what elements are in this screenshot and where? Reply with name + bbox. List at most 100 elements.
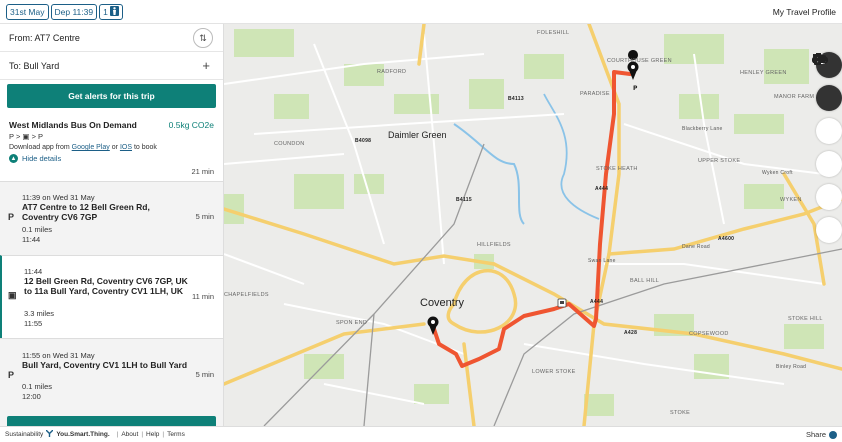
- leg-start-time: 11:39 on Wed 31 May: [22, 193, 95, 202]
- passenger-count: 1: [103, 6, 108, 17]
- from-field[interactable]: From: AT7 Centre ⇅: [0, 24, 223, 52]
- depart-label: Dep 11:39: [54, 6, 94, 17]
- accommodation-button[interactable]: [813, 54, 842, 243]
- add-stop-icon[interactable]: +: [202, 58, 210, 73]
- leg-distance: 3.3 miles: [24, 309, 55, 318]
- map-label-upper-stoke: UPPER STOKE: [698, 158, 741, 164]
- share-icon: [829, 430, 837, 439]
- leg-start-time: 11:55 on Wed 31 May: [22, 351, 95, 360]
- leg-title: AT7 Centre to 12 Bell Green Rd, Coventry…: [22, 202, 150, 222]
- mode-sequence: P > ▣ > P: [9, 132, 44, 141]
- help-link[interactable]: Help: [146, 431, 159, 438]
- cycling-button[interactable]: [812, 54, 842, 144]
- download-prefix: Download app from: [9, 144, 70, 151]
- footer: Sustainability You.Smart.Thing. | About …: [0, 426, 842, 442]
- about-link[interactable]: About: [121, 431, 138, 438]
- map-label-stoke-heath: STOKE HEATH: [596, 166, 638, 172]
- bus-stop-marker[interactable]: [557, 298, 567, 308]
- to-label: To: Bull Yard: [9, 60, 60, 71]
- passenger-selector[interactable]: 1: [99, 3, 123, 20]
- passenger-icon: [109, 5, 119, 18]
- leg-duration: 5 min: [195, 212, 214, 221]
- road-label-b4113: B4113: [508, 96, 524, 102]
- road-label-binley-road: Binley Road: [776, 364, 807, 370]
- leg-distance: 0.1 miles: [22, 382, 53, 391]
- map-view[interactable]: P FOLESHILL COURTHOUSE GREEN HENLEY GREE…: [224, 24, 842, 426]
- bus-icon: ▣: [8, 290, 17, 300]
- chevron-up-icon: ▲: [9, 154, 18, 163]
- map-label-courthouse-green: COURTHOUSE GREEN: [607, 58, 672, 64]
- co2-value: 0.5kg CO2e: [168, 120, 214, 130]
- map-label-copsewood: COPSEWOOD: [689, 331, 729, 337]
- trip-duration: 21 min: [191, 167, 214, 176]
- map-label-lower-stoke: LOWER STOKE: [532, 369, 576, 375]
- leg-title: 12 Bell Green Rd, Coventry CV6 7GP, UK t…: [24, 276, 188, 296]
- road-label-b4098: B4098: [355, 138, 372, 144]
- to-field[interactable]: To: Bull Yard +: [0, 52, 223, 80]
- leg-end-time: 11:44: [22, 235, 41, 244]
- road-label-a4600: A4600: [718, 236, 735, 242]
- leg-item[interactable]: 11:39 on Wed 31 May P AT7 Centre to 12 B…: [0, 181, 223, 255]
- swap-icon: ⇅: [199, 32, 207, 43]
- map-label-foleshill: FOLESHILL: [537, 30, 570, 36]
- trip-summary: West Midlands Bus On Demand 0.5kg CO2e P…: [0, 112, 223, 176]
- cameras-button[interactable]: [813, 53, 842, 177]
- leg-duration: 11 min: [192, 292, 214, 301]
- download-suffix: to book: [133, 144, 157, 151]
- bed-icon: [813, 54, 827, 63]
- parking-icon: P: [8, 370, 15, 380]
- parking-icon: P: [8, 212, 15, 222]
- leg-end-time: 11:55: [24, 319, 43, 328]
- road-label-wyken-croft: Wyken Croft: [762, 170, 793, 176]
- share-label: Share: [805, 430, 826, 439]
- road-label-b4115: B4115: [456, 197, 472, 203]
- road-label-a444-north: A444: [595, 186, 609, 192]
- svg-text:P: P: [633, 85, 638, 92]
- map-label-coundon: COUNDON: [274, 141, 305, 147]
- terms-link[interactable]: Terms: [167, 431, 185, 438]
- get-alerts-button[interactable]: Get alerts for this trip: [7, 84, 216, 108]
- road-label-dane-road: Dane Road: [682, 244, 710, 250]
- hide-details-label: Hide details: [22, 154, 62, 163]
- disruptions-button[interactable]: [813, 53, 842, 111]
- google-play-link[interactable]: Google Play: [72, 144, 110, 151]
- top-bar: 31st May Dep 11:39 1 My Travel Profile: [0, 0, 842, 24]
- sustainability-label: Sustainability: [5, 431, 44, 438]
- depart-time-selector[interactable]: Dep 11:39: [50, 3, 98, 20]
- journey-panel: From: AT7 Centre ⇅ To: Bull Yard + Get a…: [0, 24, 224, 426]
- map-label-chapelfields: CHAPELFIELDS: [224, 292, 269, 298]
- map-label-henley-green: HENLEY GREEN: [740, 70, 787, 76]
- hide-details-toggle[interactable]: ▲ Hide details: [9, 154, 214, 163]
- swap-button[interactable]: ⇅: [193, 28, 213, 48]
- map-label-coventry: Coventry: [420, 297, 465, 309]
- download-or: or: [111, 144, 118, 151]
- map-label-daimler-green: Daimler Green: [388, 130, 447, 140]
- map-label-spon-end: SPON END: [336, 320, 368, 326]
- map-label-ball-hill: BALL HILL: [630, 278, 660, 284]
- share-button[interactable]: Share: [806, 430, 837, 439]
- ev-charging-button[interactable]: [814, 54, 842, 210]
- date-label: 31st May: [10, 6, 45, 17]
- brand-name: You.Smart.Thing.: [56, 431, 110, 438]
- next-button-edge[interactable]: [7, 416, 216, 426]
- road-label-a444-south: A444: [590, 299, 604, 305]
- map-label-radford: RADFORD: [377, 69, 407, 75]
- road-label-swan-lane: Swan Lane: [588, 258, 616, 264]
- map-label-wyken: WYKEN: [780, 197, 802, 203]
- from-label: From: AT7 Centre: [9, 32, 80, 43]
- date-selector[interactable]: 31st May: [6, 3, 49, 20]
- ios-link[interactable]: IOS: [120, 144, 132, 151]
- yst-logo-icon: [45, 429, 54, 439]
- leg-item[interactable]: 11:44 ▣ 12 Bell Green Rd, Coventry CV6 7…: [0, 255, 223, 338]
- road-label-blackberry-lane: Blackberry Lane: [682, 126, 723, 132]
- map-label-paradise: PARADISE: [580, 91, 610, 97]
- map-label-stoke: STOKE: [670, 410, 691, 416]
- leg-item[interactable]: 11:55 on Wed 31 May P Bull Yard, Coventr…: [0, 338, 223, 426]
- map-canvas: P: [224, 24, 842, 426]
- travel-profile-link[interactable]: My Travel Profile: [773, 7, 836, 17]
- map-layer-buttons: [812, 52, 842, 250]
- map-label-hillfields: HILLFIELDS: [477, 242, 511, 248]
- leg-duration: 5 min: [195, 370, 214, 379]
- leg-title: Bull Yard, Coventry CV1 1LH to Bull Yard: [22, 360, 188, 370]
- download-app-text: Download app from Google Play or IOS to …: [9, 144, 214, 151]
